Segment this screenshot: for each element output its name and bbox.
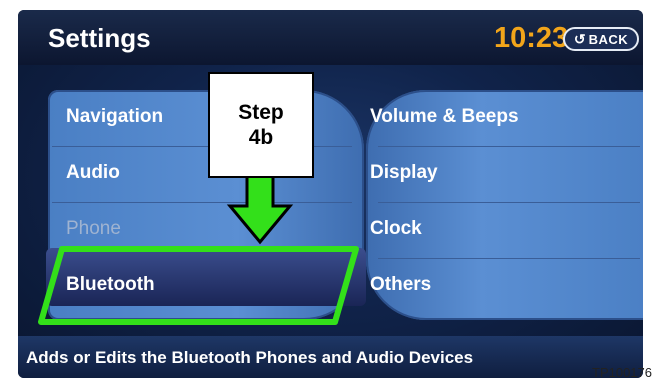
step-number: 4b	[248, 126, 274, 149]
figure-frame: Settings 10:23 ↺ BACK Navigation Audio P…	[0, 0, 661, 387]
figure-code: TP100176	[592, 365, 652, 380]
step-label: Step	[238, 101, 284, 124]
highlight-outline	[38, 246, 359, 325]
step-callout: Step 4b	[208, 72, 314, 178]
down-arrow-icon	[226, 174, 294, 245]
annotation-overlay	[38, 174, 359, 325]
